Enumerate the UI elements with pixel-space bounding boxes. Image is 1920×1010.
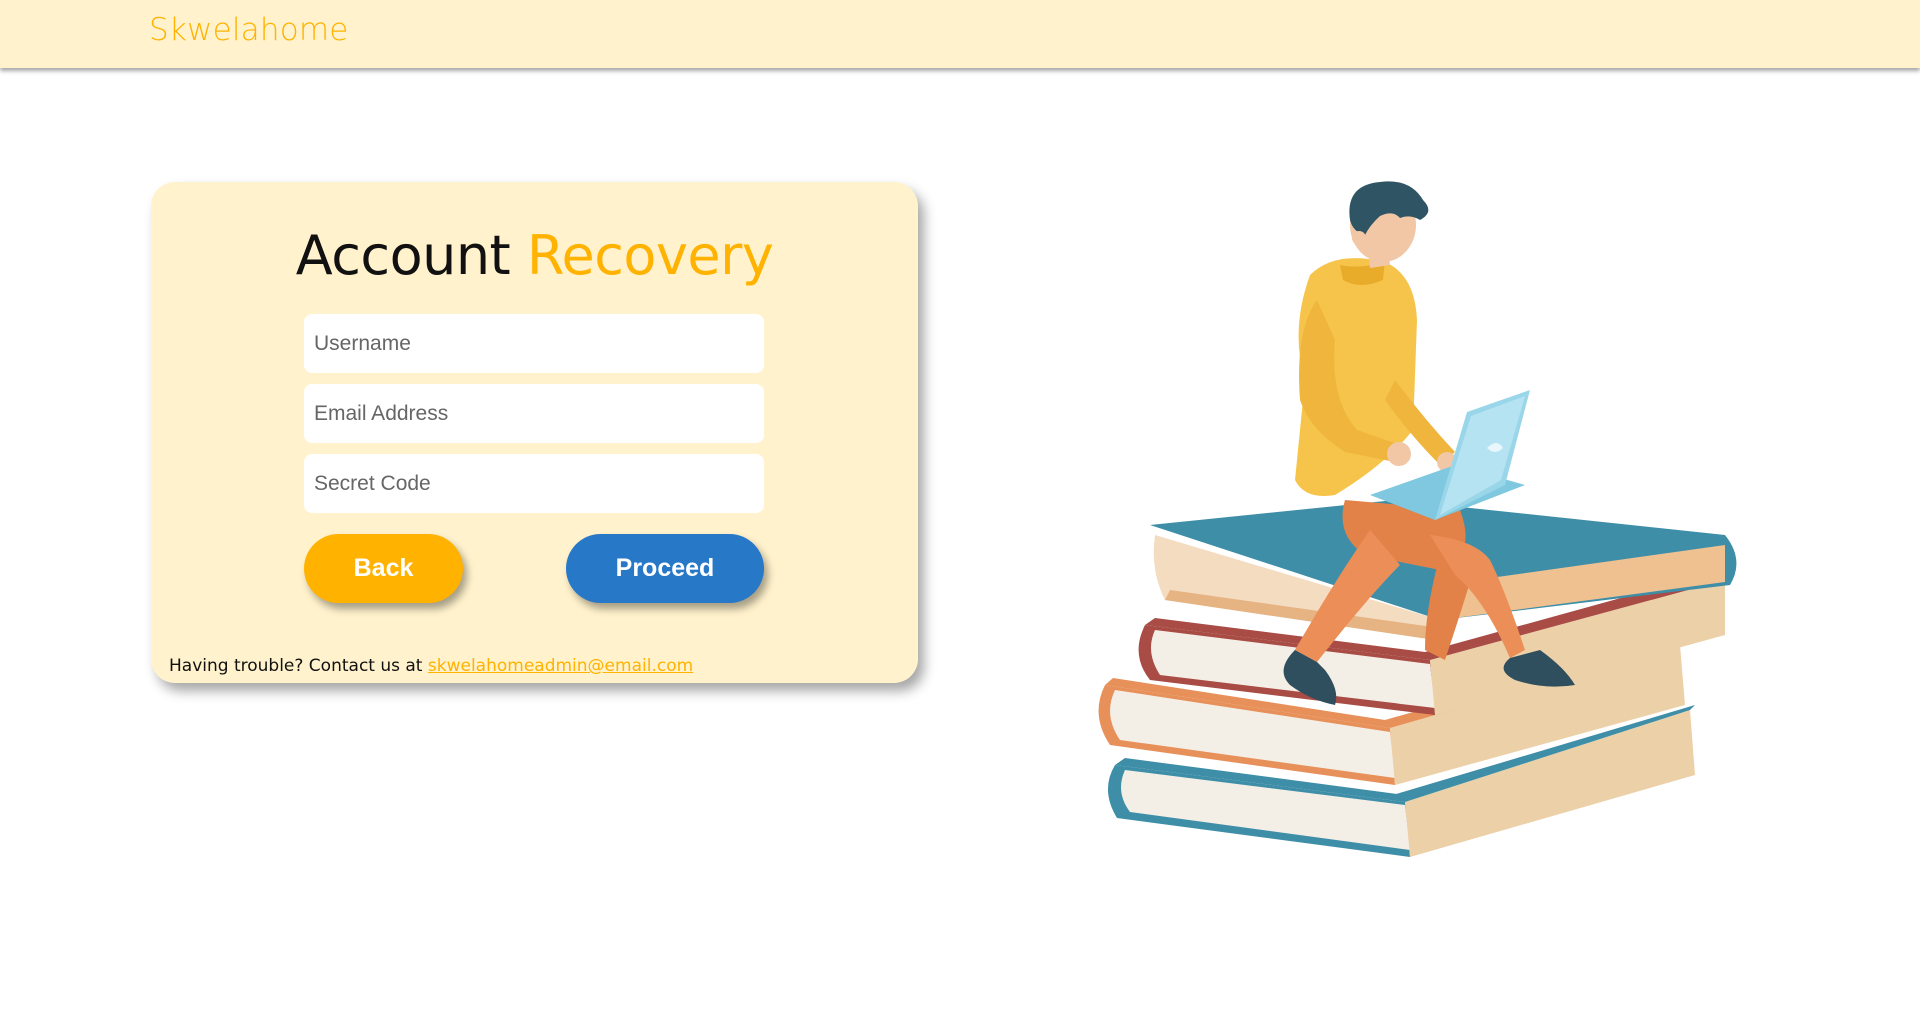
title-word-recovery: Recovery [526,224,774,287]
support-email-link[interactable]: skwelahomeadmin@email.com [428,656,693,676]
back-button[interactable]: Back [304,534,463,603]
proceed-button[interactable]: Proceed [566,534,764,603]
username-input[interactable] [304,314,764,373]
brand-logo-link[interactable]: Skwelahome [149,12,349,48]
secret-code-input[interactable] [304,454,764,513]
top-navbar: Skwelahome [0,0,1920,68]
account-recovery-card: Account Recovery Back Proceed Having tro… [151,182,918,683]
email-address-input[interactable] [304,384,764,443]
student-on-books-illustration [1098,181,1737,857]
help-text-label: Having trouble? Contact us at [169,656,423,676]
page-title: Account Recovery [151,224,918,287]
help-contact-text: Having trouble? Contact us at skwelahome… [169,656,693,676]
title-word-account: Account [295,224,511,287]
